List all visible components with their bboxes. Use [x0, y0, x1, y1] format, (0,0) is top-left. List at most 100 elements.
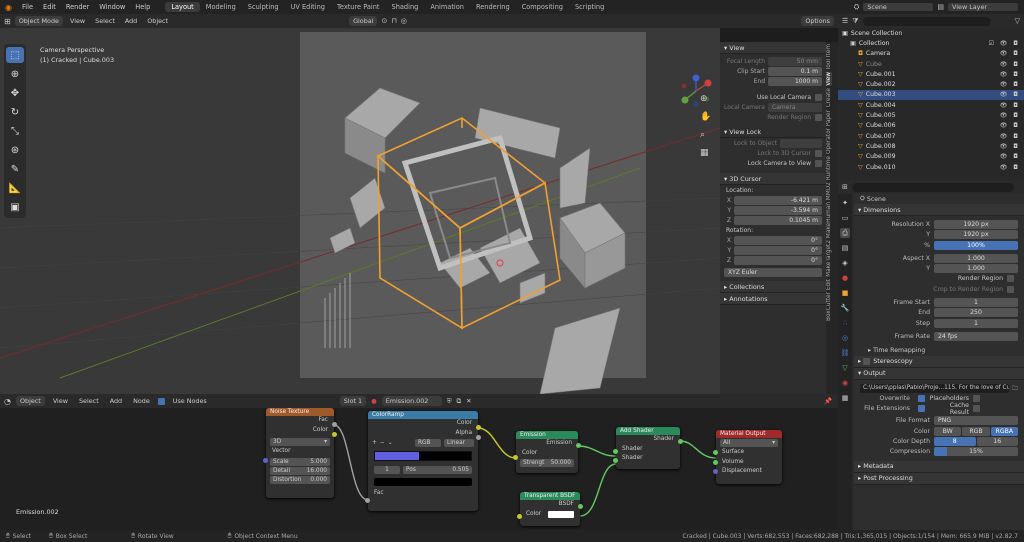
- ramp-stop-color[interactable]: [374, 478, 472, 486]
- scene-field[interactable]: Scene: [863, 3, 934, 11]
- outliner-row[interactable]: ▽ Cube.009 👁 ◘: [838, 152, 1024, 162]
- physics-props-icon[interactable]: ◎: [840, 333, 850, 343]
- proportional-edit-icon[interactable]: ◎: [401, 17, 407, 25]
- ramp-stop-index[interactable]: 1: [374, 465, 400, 474]
- output-surface-socket[interactable]: [713, 450, 718, 455]
- options-dropdown[interactable]: Options: [801, 16, 834, 26]
- node-menu-select[interactable]: Select: [76, 397, 102, 405]
- cursor-x-field[interactable]: -6.421 m: [734, 195, 822, 205]
- properties-editor-icon[interactable]: ⊞: [842, 183, 848, 191]
- add-shader-node[interactable]: Add Shader Shader Shader Shader: [613, 427, 683, 469]
- visibility-toggle-icons[interactable]: 👁 ◘: [1000, 81, 1020, 88]
- node-editor-type-icon[interactable]: ◔: [4, 397, 11, 406]
- placeholders-checkbox[interactable]: [973, 394, 980, 402]
- cursor-y-field[interactable]: -3.594 m: [734, 205, 822, 215]
- zoom-icon[interactable]: ⊕: [700, 94, 711, 104]
- visibility-toggle-icons[interactable]: 👁 ◘: [1000, 164, 1020, 171]
- visibility-toggle-icons[interactable]: 👁 ◘: [1000, 61, 1020, 68]
- fake-user-icon[interactable]: ⛨: [447, 397, 452, 406]
- sidebar-tab-maketarget[interactable]: MakeTarget2: [826, 240, 832, 277]
- outliner-row[interactable]: ▽ Cube.006 👁 ◘: [838, 121, 1024, 131]
- outliner-row[interactable]: ▽ Cube.001 👁 ◘: [838, 69, 1024, 79]
- transparent-bsdf-node[interactable]: Transparent BSDF BSDF Color: [517, 492, 583, 526]
- tab-compositing[interactable]: Compositing: [516, 2, 569, 12]
- visibility-toggle-icons[interactable]: 👁 ◘: [1000, 71, 1020, 78]
- constraint-props-icon[interactable]: ⛓: [840, 348, 850, 358]
- sidebar-tab-edit[interactable]: Edit: [826, 279, 832, 290]
- snap-icon[interactable]: ⊓: [391, 17, 396, 25]
- noise-scale-field[interactable]: Scale 5.000: [270, 457, 330, 466]
- add-shader-out-socket[interactable]: [678, 439, 683, 444]
- colorramp-color-socket[interactable]: [476, 425, 481, 430]
- sidebar-tab-mmd2[interactable]: MMD2 Runtime: [826, 156, 832, 200]
- noise-dimension-dropdown[interactable]: 3D ▾: [270, 438, 330, 446]
- visibility-toggle-icons[interactable]: 👁 ◘: [1000, 153, 1020, 160]
- vp-menu-add[interactable]: Add: [122, 17, 140, 25]
- file-ext-checkbox[interactable]: [918, 405, 925, 413]
- noise-vector-socket[interactable]: [263, 458, 268, 463]
- rotate-tool-icon[interactable]: ↻: [6, 104, 24, 120]
- menu-window[interactable]: Window: [94, 3, 130, 11]
- folder-icon[interactable]: 🗀: [1012, 383, 1018, 394]
- emission-out-socket[interactable]: [576, 443, 581, 448]
- sidebar-tab-view[interactable]: View: [826, 72, 832, 87]
- aspect-y-field[interactable]: 1.000: [934, 264, 1018, 274]
- outliner-editor-icon[interactable]: ☰: [842, 17, 848, 25]
- outliner-row[interactable]: ▽ Cube.007 👁 ◘: [838, 131, 1024, 141]
- tab-uv-editing[interactable]: UV Editing: [285, 2, 331, 12]
- annotate-tool-icon[interactable]: ✎: [6, 161, 24, 177]
- material-output-node[interactable]: Material Output All ▾ Surface Volume Disp…: [713, 430, 782, 484]
- frame-rate-dropdown[interactable]: 24 fps: [934, 331, 1018, 341]
- vp-menu-view[interactable]: View: [67, 17, 88, 25]
- annotations-header[interactable]: ▸ Annotations: [720, 293, 826, 305]
- sidebar-tab-operator[interactable]: Operator: [826, 128, 832, 154]
- shader-type-dropdown[interactable]: Object: [15, 396, 45, 406]
- add-cube-tool-icon[interactable]: ▣: [6, 199, 24, 215]
- render-region-check[interactable]: [1007, 275, 1014, 283]
- ortho-grid-icon[interactable]: ▦: [700, 148, 711, 158]
- overwrite-checkbox[interactable]: [918, 394, 925, 402]
- ramp-menu-icon[interactable]: ⌄: [388, 440, 393, 446]
- noise-fac-socket[interactable]: [332, 422, 337, 427]
- world-props-icon[interactable]: ●: [840, 273, 850, 283]
- transparent-color-swatch[interactable]: [548, 510, 574, 518]
- outliner-row[interactable]: ◘ Camera 👁 ◘: [838, 49, 1024, 59]
- camera-view-icon[interactable]: ⌕: [700, 130, 711, 140]
- stereoscopy-header[interactable]: ▸ Stereoscopy: [854, 355, 1024, 368]
- menu-render[interactable]: Render: [61, 3, 94, 11]
- view-panel-header[interactable]: ▾ View: [720, 42, 826, 54]
- ramp-remove-icon[interactable]: −: [380, 440, 385, 446]
- editor-type-icon[interactable]: ⊞: [4, 17, 11, 26]
- lock-3d-cursor-checkbox[interactable]: [815, 149, 822, 157]
- colorramp-alpha-socket[interactable]: [476, 435, 481, 440]
- visibility-toggle-icons[interactable]: 👁 ◘: [1000, 143, 1020, 150]
- metadata-header[interactable]: ▸ Metadata: [854, 460, 1024, 473]
- scene-props-icon[interactable]: ◈: [840, 258, 850, 268]
- tab-animation[interactable]: Animation: [424, 2, 470, 12]
- ramp-pos-field[interactable]: Pos 0.505: [403, 465, 472, 474]
- particles-props-icon[interactable]: ∴: [840, 318, 850, 328]
- tab-modeling[interactable]: Modeling: [200, 2, 242, 12]
- noise-texture-node[interactable]: Noise Texture Fac Color 3D ▾ Vector Scale…: [263, 408, 337, 498]
- rotation-mode-dropdown[interactable]: XYZ Euler: [724, 267, 822, 277]
- noise-detail-field[interactable]: Detail 16.000: [270, 466, 330, 475]
- material-sphere-icon[interactable]: ●: [371, 397, 377, 405]
- time-remapping-header[interactable]: ▸ Time Remapping: [854, 346, 1024, 356]
- visibility-toggle-icons[interactable]: 👁 ◘: [1000, 112, 1020, 119]
- material-props-icon[interactable]: ◉: [840, 378, 850, 388]
- tab-layout[interactable]: Layout: [165, 2, 200, 12]
- crop-checkbox[interactable]: [1007, 285, 1014, 293]
- transform-orientation-dropdown[interactable]: Global: [349, 16, 378, 26]
- scene-collection-row[interactable]: ▣ Scene Collection: [838, 28, 1024, 38]
- tab-texture-paint[interactable]: Texture Paint: [331, 2, 386, 12]
- visibility-toggle-icons[interactable]: 👁 ◘: [1000, 122, 1020, 129]
- lock-object-field[interactable]: [780, 138, 822, 148]
- view-layer-props-icon[interactable]: ▤: [840, 243, 850, 253]
- lock-camera-checkbox[interactable]: [815, 159, 822, 167]
- 3d-viewport[interactable]: Camera Perspective (1) Cracked | Cube.00…: [0, 28, 720, 394]
- add-shader-in1-socket[interactable]: [613, 449, 618, 454]
- pan-hand-icon[interactable]: ✋: [700, 112, 711, 122]
- dimensions-header[interactable]: ▾ Dimensions: [854, 204, 1024, 217]
- cache-result-checkbox[interactable]: [973, 405, 980, 413]
- focal-length-field[interactable]: 50 mm: [768, 56, 822, 66]
